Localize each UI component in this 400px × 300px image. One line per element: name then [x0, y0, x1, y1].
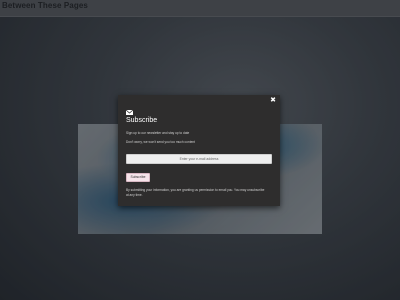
subscribe-modal: ✖ Subscribe Sign up to our newsletter an… — [118, 95, 280, 206]
email-field[interactable] — [126, 154, 272, 164]
consent-text: By submitting your information, you are … — [126, 188, 265, 197]
envelope-icon — [126, 110, 133, 115]
subscribe-button[interactable]: Subscribe — [126, 173, 150, 182]
close-icon[interactable]: ✖ — [270, 97, 276, 104]
page: Between These Pages ✖ Subscribe Sign up … — [0, 0, 400, 300]
modal-note: Don't worry, we won't send you too much … — [126, 140, 196, 144]
modal-title: Subscribe — [126, 117, 158, 124]
modal-description: Sign up to our newsletter and stay up to… — [126, 131, 190, 135]
